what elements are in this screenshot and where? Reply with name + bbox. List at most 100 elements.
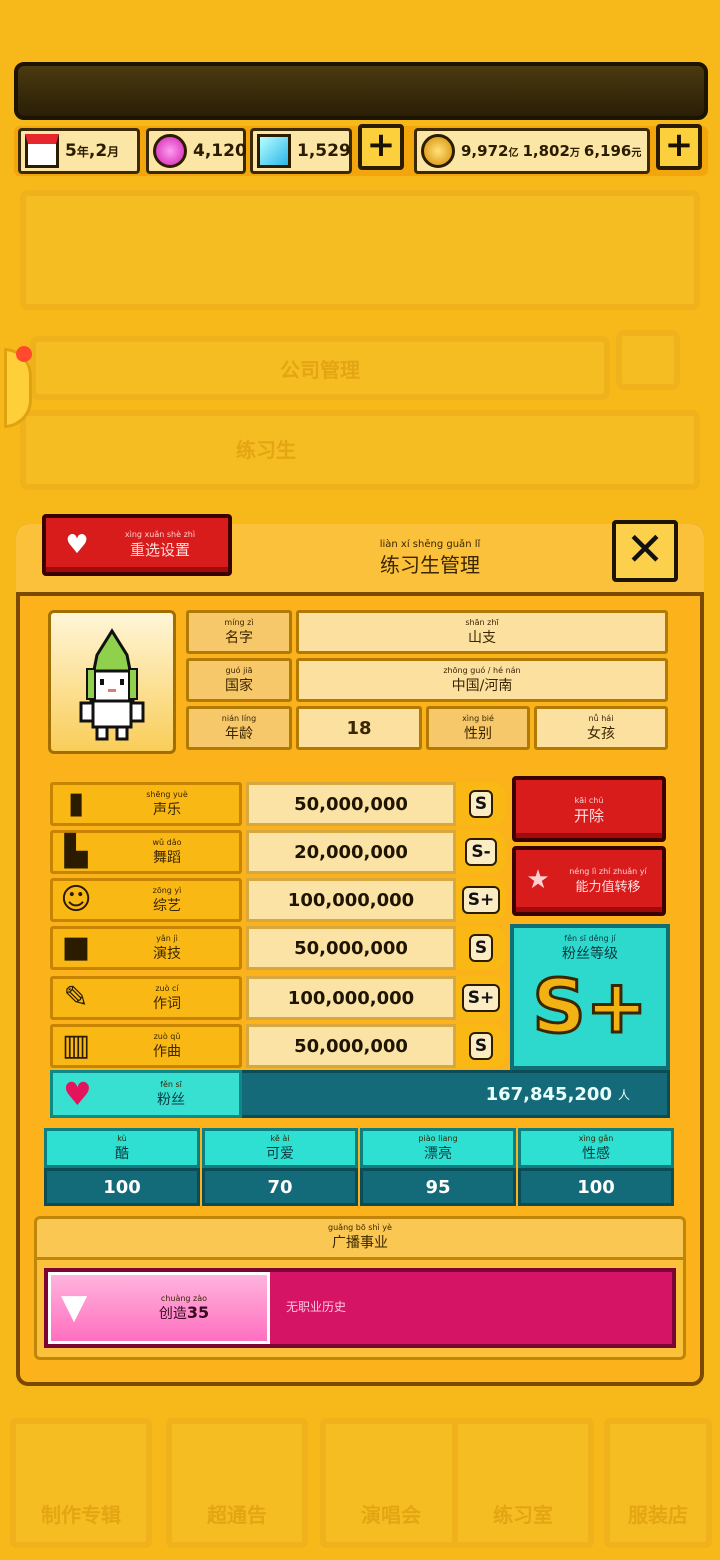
stat-grade: S bbox=[468, 790, 494, 818]
transfer-ability-button[interactable]: ★ néng lì zhí zhuǎn yí 能力值转移 bbox=[512, 846, 666, 916]
coin-yi: 9,972 bbox=[461, 142, 509, 160]
bottom-nav-item[interactable]: 超通告 bbox=[166, 1418, 308, 1548]
yuan-unit: 元 bbox=[631, 147, 642, 159]
bottom-nav-item[interactable]: 服装店 bbox=[604, 1418, 712, 1548]
pink-gem-icon bbox=[153, 134, 187, 168]
transfer-label: 能力值转移 bbox=[575, 880, 641, 895]
stat-ruby: zuò qǔ bbox=[153, 1031, 181, 1041]
attribute-ruby: kù bbox=[117, 1134, 127, 1143]
top-dark-bar bbox=[14, 62, 708, 120]
date-month: 5 bbox=[65, 141, 77, 161]
name-label-text: 名字 bbox=[225, 629, 253, 646]
fire-button[interactable]: kāi chú 开除 bbox=[512, 776, 666, 842]
stat-ruby: zōng yì bbox=[152, 885, 182, 895]
stat-grade: S+ bbox=[461, 984, 501, 1012]
fan-grade-panel: fěn sī děng jí 粉丝等级 S+ bbox=[510, 924, 670, 1070]
attribute-ruby: kě ài bbox=[270, 1134, 290, 1143]
stat-label: ✎ zuò cí 作词 bbox=[50, 976, 242, 1020]
create-ruby: chuàng zào bbox=[160, 1293, 208, 1303]
date-display: 5 年 ,2 月 bbox=[18, 128, 140, 174]
gender-text: 女孩 bbox=[587, 725, 615, 742]
bottom-nav-item[interactable]: 制作专辑 bbox=[10, 1418, 152, 1548]
buy-gems-button[interactable]: + bbox=[358, 124, 404, 170]
background-close-icon bbox=[616, 330, 680, 390]
create-label: 创造 bbox=[158, 1305, 187, 1322]
bottom-nav-label: 超通告 bbox=[207, 1503, 267, 1527]
stat-grade-badge: S+ bbox=[456, 976, 506, 1020]
attribute-label: piào liang 漂亮 bbox=[360, 1128, 516, 1168]
background-tab-trainee: 练习生 bbox=[236, 438, 296, 462]
buy-coins-button[interactable]: + bbox=[656, 124, 702, 170]
stat-label: ▙ wǔ dǎo 舞蹈 bbox=[50, 830, 242, 874]
gender-label: xìng bié 性别 bbox=[426, 706, 530, 750]
heart-icon: ♥ bbox=[63, 1075, 92, 1113]
broadcast-title: 广播事业 bbox=[332, 1235, 388, 1251]
stat-ruby: zuò cí bbox=[155, 983, 179, 993]
bottom-nav-item[interactable]: 演唱会 bbox=[320, 1418, 462, 1548]
name-ruby: shān zhī bbox=[465, 617, 499, 627]
attribute-ruby: xìng gǎn bbox=[578, 1134, 614, 1143]
country-ruby: zhōng guó / hé nán bbox=[443, 665, 521, 675]
country-label-ruby: guó jiā bbox=[225, 665, 253, 675]
close-button[interactable]: ✕ bbox=[612, 520, 678, 582]
camera-icon: ■ bbox=[61, 930, 91, 965]
panel-title-text: 练习生管理 bbox=[380, 553, 480, 577]
name-label: míng zì 名字 bbox=[186, 610, 292, 654]
stat-ruby: yǎn jì bbox=[156, 933, 178, 943]
funnel-icon: ▼ bbox=[61, 1287, 88, 1327]
stat-grade-badge: S- bbox=[456, 830, 506, 874]
stat-grade-badge: S bbox=[456, 782, 506, 826]
microphone-icon: ▮ bbox=[67, 786, 85, 821]
stat-grade-badge: S bbox=[456, 1024, 506, 1068]
gender-label-ruby: xìng bié bbox=[462, 713, 494, 723]
country-label-text: 国家 bbox=[225, 677, 253, 694]
fan-grade-label: 粉丝等级 bbox=[562, 946, 618, 962]
stat-value: 50,000,000 bbox=[246, 1024, 456, 1068]
age-value: 18 bbox=[296, 706, 422, 750]
stat-label: ▮ shēng yuè 声乐 bbox=[50, 782, 242, 826]
stat-label: ☺ zōng yì 综艺 bbox=[50, 878, 242, 922]
bottom-nav-label: 演唱会 bbox=[361, 1503, 421, 1527]
stat-label: ■ yǎn jì 演技 bbox=[50, 926, 242, 970]
wan-unit: 万 bbox=[569, 147, 580, 159]
create-button[interactable]: ▼ chuàng zào 创造35 bbox=[48, 1272, 270, 1344]
yi-unit: 亿 bbox=[508, 147, 519, 159]
avatar bbox=[48, 610, 176, 754]
panel-title: liàn xí shēng guǎn lǐ 练习生管理 bbox=[300, 540, 560, 578]
calendar-icon bbox=[25, 134, 59, 168]
attribute-ruby: piào liang bbox=[418, 1134, 458, 1143]
gender-label-text: 性别 bbox=[464, 725, 492, 742]
age-label: nián líng 年龄 bbox=[186, 706, 292, 750]
name-text: 山支 bbox=[468, 629, 496, 646]
stat-grade-badge: S+ bbox=[456, 878, 506, 922]
blue-gem-value: 1,529 bbox=[297, 141, 351, 161]
bottom-nav-label: 练习室 bbox=[493, 1503, 553, 1527]
diamond-icon bbox=[257, 134, 291, 168]
stat-grade: S- bbox=[465, 838, 497, 866]
reselect-button[interactable]: ♥ xìng xuǎn shè zhì 重选设置 bbox=[42, 514, 232, 576]
background-menu-grid bbox=[20, 190, 700, 310]
attribute-value: 100 bbox=[518, 1168, 674, 1206]
reselect-ruby: xìng xuǎn shè zhì bbox=[124, 530, 196, 539]
piano-icon: ▥ bbox=[61, 1028, 91, 1063]
attribute-name: 酷 bbox=[115, 1146, 129, 1162]
age-label-text: 年龄 bbox=[225, 725, 253, 742]
stat-name: 综艺 bbox=[153, 897, 181, 914]
name-label-ruby: míng zì bbox=[224, 617, 254, 627]
attribute-value: 70 bbox=[202, 1168, 358, 1206]
attribute-label: kě ài 可爱 bbox=[202, 1128, 358, 1168]
stat-grade-badge: S bbox=[456, 926, 506, 970]
fire-label: 开除 bbox=[573, 807, 604, 825]
attribute-label: kù 酷 bbox=[44, 1128, 200, 1168]
pink-gem-counter: 4,120 bbox=[146, 128, 247, 174]
fans-value: 167,845,200 bbox=[485, 1083, 612, 1105]
fan-grade-ruby: fěn sī děng jí bbox=[564, 934, 616, 943]
stat-ruby: shēng yuè bbox=[146, 789, 188, 799]
smile-icon: ☺ bbox=[60, 882, 92, 917]
stat-label: ▥ zuò qǔ 作曲 bbox=[50, 1024, 242, 1068]
bottom-nav-item[interactable]: 练习室 bbox=[452, 1418, 594, 1548]
bottom-nav-label: 服装店 bbox=[628, 1503, 688, 1527]
bottom-nav-label: 制作专辑 bbox=[41, 1503, 121, 1527]
background-company-title: 公司管理 bbox=[280, 358, 360, 382]
career-history-text: 无职业历史 bbox=[286, 1300, 347, 1314]
